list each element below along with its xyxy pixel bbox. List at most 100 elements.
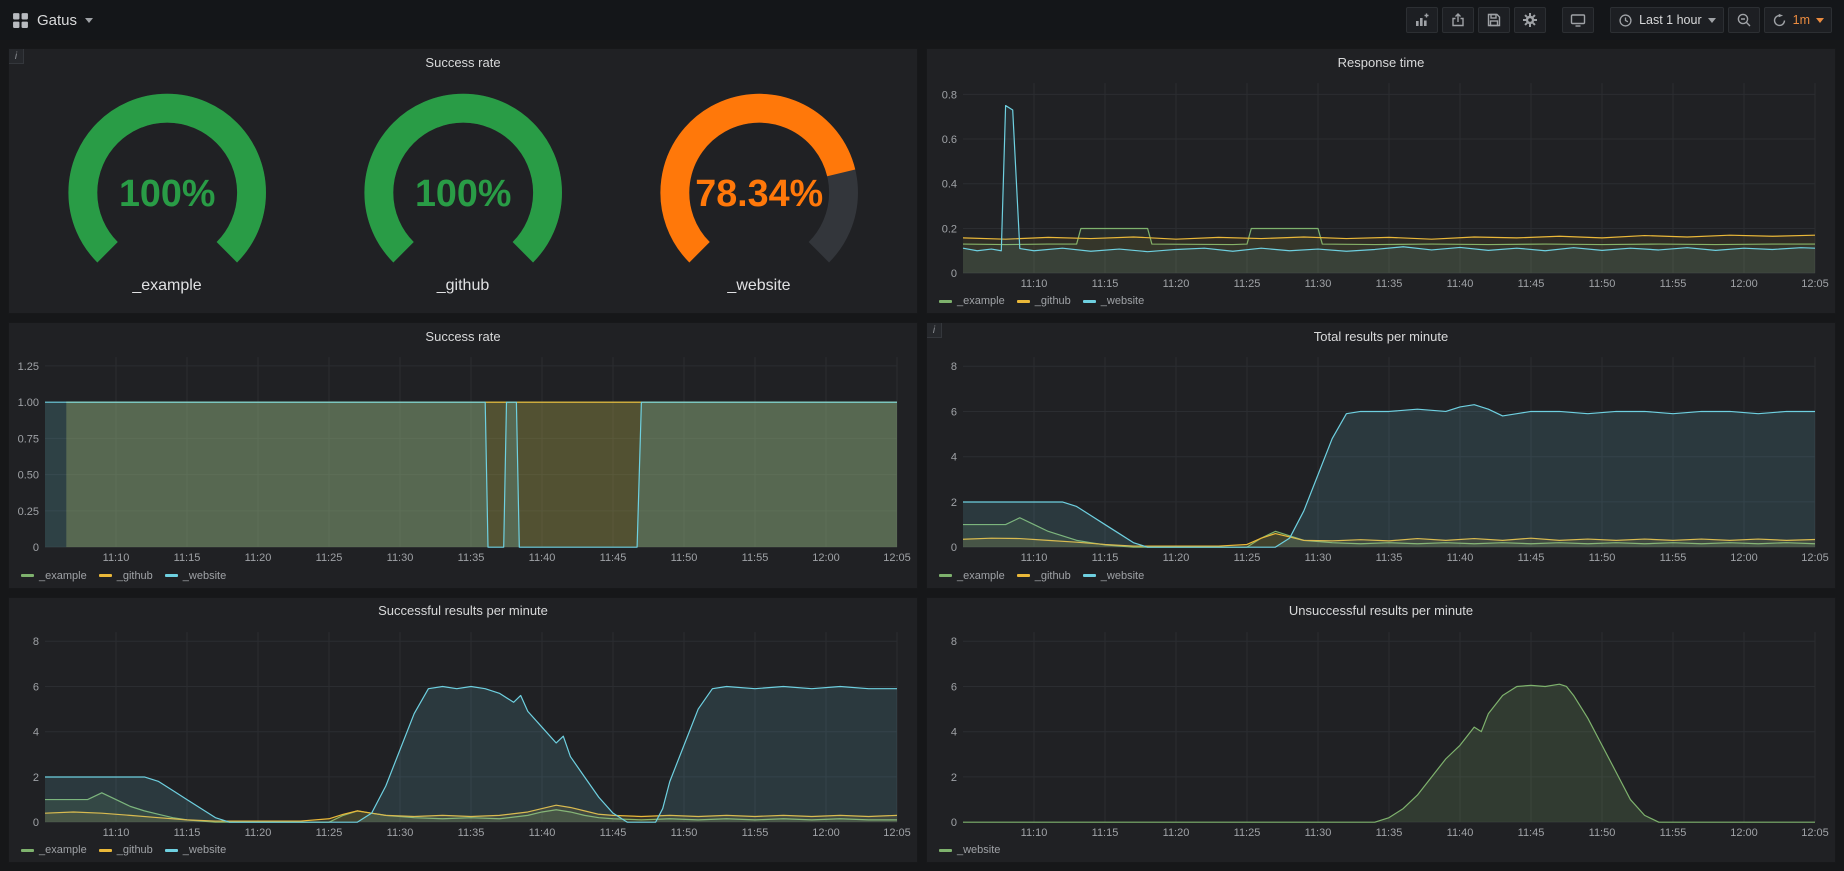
- legend-series-name: _example: [39, 844, 87, 856]
- save-button[interactable]: [1478, 7, 1510, 33]
- svg-text:11:45: 11:45: [1518, 552, 1545, 564]
- panel-title[interactable]: Success rate: [425, 329, 500, 344]
- chevron-down-icon: [1708, 18, 1716, 23]
- gauge-_website: 78.34%_website: [611, 79, 907, 303]
- legend-item-_example[interactable]: _example: [939, 295, 1005, 307]
- svg-text:0.50: 0.50: [18, 470, 39, 482]
- legend-item-_website[interactable]: _website: [165, 844, 226, 856]
- panel-title[interactable]: Response time: [1338, 55, 1425, 70]
- panel-title[interactable]: Successful results per minute: [378, 603, 548, 618]
- svg-text:0.2: 0.2: [942, 223, 957, 235]
- svg-text:8: 8: [951, 636, 957, 648]
- success-rate-chart[interactable]: 11:1011:1511:2011:2511:3011:3511:4011:45…: [9, 349, 917, 567]
- panel-header: Response time: [927, 49, 1835, 75]
- svg-text:11:15: 11:15: [1092, 278, 1119, 290]
- legend-item-_example[interactable]: _example: [21, 844, 87, 856]
- panel-title[interactable]: Unsuccessful results per minute: [1289, 603, 1473, 618]
- svg-text:0: 0: [33, 542, 39, 554]
- svg-text:11:35: 11:35: [458, 827, 485, 839]
- panel-header: Success rate: [9, 323, 917, 349]
- successful-results-chart[interactable]: 11:1011:1511:2011:2511:3011:3511:4011:45…: [9, 624, 917, 842]
- refresh-button[interactable]: 1m: [1764, 7, 1832, 33]
- svg-text:11:55: 11:55: [1660, 827, 1687, 839]
- svg-text:11:35: 11:35: [458, 552, 485, 564]
- dashboard-switcher[interactable]: Gatus: [12, 12, 93, 29]
- svg-text:11:45: 11:45: [1518, 827, 1545, 839]
- svg-text:0: 0: [951, 268, 957, 280]
- gear-icon: [1522, 12, 1538, 28]
- panel-info-icon[interactable]: i: [927, 323, 942, 338]
- svg-text:11:40: 11:40: [1447, 827, 1474, 839]
- panel-info-icon[interactable]: i: [9, 49, 24, 64]
- gauge-row: 100%_example 100% _github 78.34%_website: [9, 75, 917, 313]
- legend-item-_website[interactable]: _website: [165, 570, 226, 582]
- legend-series-color: [939, 574, 952, 577]
- legend-item-_github[interactable]: _github: [1017, 570, 1071, 582]
- panel-title[interactable]: Success rate: [425, 55, 500, 70]
- chevron-down-icon: [1816, 18, 1824, 23]
- legend-series-name: _github: [1035, 295, 1071, 307]
- tv-icon: [1570, 12, 1586, 28]
- share-button[interactable]: [1442, 7, 1474, 33]
- add-panel-button[interactable]: [1406, 7, 1438, 33]
- legend-item-_github[interactable]: _github: [1017, 295, 1071, 307]
- legend: _example _github _website: [927, 293, 1835, 313]
- legend: _example _github _website: [927, 568, 1835, 588]
- panel-success-rate-gauges: i Success rate 100%_example 100% _github 78…: [8, 48, 918, 314]
- svg-text:11:20: 11:20: [245, 552, 272, 564]
- legend-item-_example[interactable]: _example: [939, 570, 1005, 582]
- svg-text:0: 0: [951, 542, 957, 554]
- svg-text:2: 2: [951, 497, 957, 509]
- settings-button[interactable]: [1514, 7, 1546, 33]
- legend-series-color: [1083, 574, 1096, 577]
- svg-text:11:50: 11:50: [1589, 552, 1616, 564]
- svg-text:12:05: 12:05: [883, 827, 911, 839]
- svg-text:12:05: 12:05: [1801, 278, 1829, 290]
- legend-item-_example[interactable]: _example: [21, 570, 87, 582]
- legend-item-_github[interactable]: _github: [99, 570, 153, 582]
- gauge-label: _github: [437, 277, 490, 303]
- svg-text:0.25: 0.25: [18, 506, 39, 518]
- save-icon: [1486, 12, 1502, 28]
- time-range-button[interactable]: Last 1 hour: [1610, 7, 1724, 33]
- svg-text:11:20: 11:20: [1163, 278, 1190, 290]
- legend-series-color: [99, 574, 112, 577]
- gauge-_example: 100%_example: [19, 79, 315, 303]
- zoom-out-button[interactable]: [1728, 7, 1760, 33]
- svg-text:11:25: 11:25: [1234, 827, 1261, 839]
- dashboard-title[interactable]: Gatus: [37, 12, 77, 29]
- chart-area: 11:1011:1511:2011:2511:3011:3511:4011:45…: [9, 349, 917, 567]
- navbar: Gatus: [0, 0, 1844, 40]
- panel-successful-results: Successful results per minute 11:1011:15…: [8, 597, 918, 863]
- svg-text:0.8: 0.8: [942, 89, 957, 101]
- legend-item-_website[interactable]: _website: [939, 844, 1000, 856]
- legend-series-name: _website: [183, 844, 226, 856]
- gauge-value: 100%: [415, 172, 511, 214]
- svg-text:11:20: 11:20: [1163, 827, 1190, 839]
- svg-text:11:55: 11:55: [742, 552, 769, 564]
- svg-text:0.6: 0.6: [942, 134, 957, 146]
- legend-item-_github[interactable]: _github: [99, 844, 153, 856]
- panel-title[interactable]: Total results per minute: [1314, 329, 1448, 344]
- legend-item-_website[interactable]: _website: [1083, 295, 1144, 307]
- response-time-chart[interactable]: 11:1011:1511:2011:2511:3011:3511:4011:45…: [927, 75, 1835, 293]
- unsuccessful-results-chart[interactable]: 11:1011:1511:2011:2511:3011:3511:4011:45…: [927, 624, 1835, 842]
- zoom-out-icon: [1736, 12, 1752, 28]
- svg-text:11:10: 11:10: [103, 552, 130, 564]
- add-panel-icon: [1414, 12, 1430, 28]
- svg-text:11:55: 11:55: [1660, 278, 1687, 290]
- total-results-chart[interactable]: 11:1011:1511:2011:2511:3011:3511:4011:45…: [927, 349, 1835, 567]
- tv-mode-button[interactable]: [1562, 7, 1594, 33]
- svg-text:11:50: 11:50: [1589, 278, 1616, 290]
- legend-series-name: _github: [117, 844, 153, 856]
- gauge-arc: 100%: [330, 79, 596, 277]
- svg-text:11:25: 11:25: [1234, 278, 1261, 290]
- legend-item-_website[interactable]: _website: [1083, 570, 1144, 582]
- gauge-value: 78.34%: [695, 172, 823, 214]
- svg-text:1.00: 1.00: [18, 397, 39, 409]
- svg-text:6: 6: [951, 681, 957, 693]
- panel-response-time: Response time 11:1011:1511:2011:2511:301…: [926, 48, 1836, 314]
- legend: _example _github _website: [9, 568, 917, 588]
- refresh-icon: [1772, 13, 1787, 28]
- svg-text:12:05: 12:05: [1801, 552, 1829, 564]
